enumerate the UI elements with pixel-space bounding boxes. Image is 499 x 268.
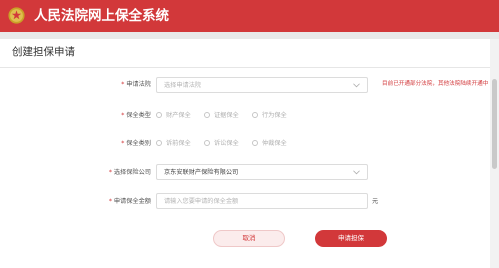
amount-input[interactable]: 请输入您要申请的保全金额 — [156, 193, 368, 209]
radio-circle[interactable] — [204, 140, 210, 146]
preservation-category-label: * 保全类别 — [121, 140, 151, 147]
court-select[interactable]: 选择申请法院 — [156, 77, 368, 93]
chevron-down-icon — [353, 83, 360, 88]
app-title: 人民法院网上保全系统 — [34, 8, 169, 24]
app-header: 人民法院网上保全系统 — [0, 0, 499, 32]
scrollbar-thumb[interactable] — [492, 79, 497, 169]
page-title: 创建担保申请 — [12, 46, 75, 58]
radio-circle[interactable] — [252, 112, 258, 118]
scrollbar[interactable] — [490, 39, 499, 268]
amount-label: * 申请保全金额 — [108, 198, 151, 205]
preservation-type-label: * 保全类型 — [121, 112, 151, 119]
insurer-label: * 选择保险公司 — [108, 169, 151, 176]
chevron-down-icon — [353, 170, 360, 175]
court-hint: 目前已开通部分法院，其他法院陆续开通中 — [382, 81, 489, 87]
radio-circle[interactable] — [204, 112, 210, 118]
insurer-select-value: 京东安联财产保险有限公司 — [164, 169, 239, 176]
amount-input-placeholder: 请输入您要申请的保全金额 — [164, 198, 239, 205]
radio-circle[interactable] — [252, 140, 258, 146]
radio-circle[interactable] — [156, 140, 162, 146]
court-emblem-icon — [8, 7, 25, 24]
insurer-select[interactable]: 京东安联财产保险有限公司 — [156, 164, 368, 180]
title-divider — [0, 67, 490, 68]
court-label: * 申请法院 — [121, 81, 151, 88]
court-select-placeholder: 选择申请法院 — [164, 82, 202, 89]
radio-circle[interactable] — [156, 112, 162, 118]
apply-guarantee-button[interactable]: 申请担保 — [315, 230, 387, 247]
cancel-button[interactable]: 取消 — [213, 230, 285, 247]
amount-unit: 元 — [372, 198, 379, 205]
